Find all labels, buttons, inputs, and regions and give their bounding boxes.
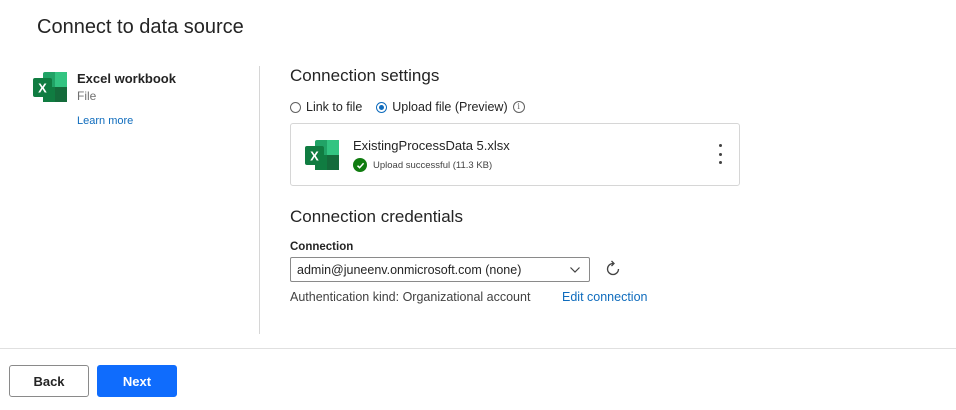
page-title: Connect to data source bbox=[37, 16, 244, 38]
upload-status-text: Upload successful (11.3 KB) bbox=[373, 159, 493, 171]
link-to-file-radio[interactable] bbox=[290, 101, 301, 113]
learn-more-link[interactable]: Learn more bbox=[77, 115, 133, 127]
svg-text:X: X bbox=[310, 149, 319, 164]
svg-text:X: X bbox=[38, 81, 47, 96]
back-button[interactable]: Back bbox=[9, 365, 89, 397]
upload-file-label[interactable]: Upload file (Preview) bbox=[392, 100, 507, 114]
upload-mode-radio-group: Link to file Upload file (Preview) i bbox=[290, 100, 525, 114]
connection-settings-heading: Connection settings bbox=[290, 66, 440, 85]
footer-divider bbox=[0, 348, 956, 349]
link-to-file-label[interactable]: Link to file bbox=[306, 100, 362, 114]
connection-credentials-heading: Connection credentials bbox=[290, 207, 463, 226]
connection-label: Connection bbox=[290, 241, 354, 253]
vertical-divider bbox=[259, 66, 260, 334]
uploaded-file-card: X ExistingProcessData 5.xlsx Upload succ… bbox=[290, 123, 740, 186]
edit-connection-link[interactable]: Edit connection bbox=[562, 290, 647, 304]
connection-select-value: admin@juneenv.onmicrosoft.com (none) bbox=[297, 262, 522, 277]
source-name: Excel workbook bbox=[77, 71, 176, 86]
more-options-icon[interactable] bbox=[715, 144, 725, 164]
source-kind: File bbox=[77, 89, 97, 103]
file-name: ExistingProcessData 5.xlsx bbox=[353, 138, 510, 153]
chevron-down-icon bbox=[570, 267, 580, 273]
upload-file-radio[interactable] bbox=[376, 101, 388, 113]
excel-file-icon: X bbox=[305, 140, 339, 170]
authentication-kind: Authentication kind: Organizational acco… bbox=[290, 290, 531, 304]
upload-status: Upload successful (11.3 KB) bbox=[353, 158, 492, 172]
refresh-icon[interactable] bbox=[603, 259, 623, 279]
next-button[interactable]: Next bbox=[97, 365, 177, 397]
info-icon[interactable]: i bbox=[512, 101, 525, 113]
excel-icon: X bbox=[33, 72, 67, 102]
success-check-icon bbox=[353, 158, 367, 172]
connection-select[interactable]: admin@juneenv.onmicrosoft.com (none) bbox=[290, 257, 590, 282]
